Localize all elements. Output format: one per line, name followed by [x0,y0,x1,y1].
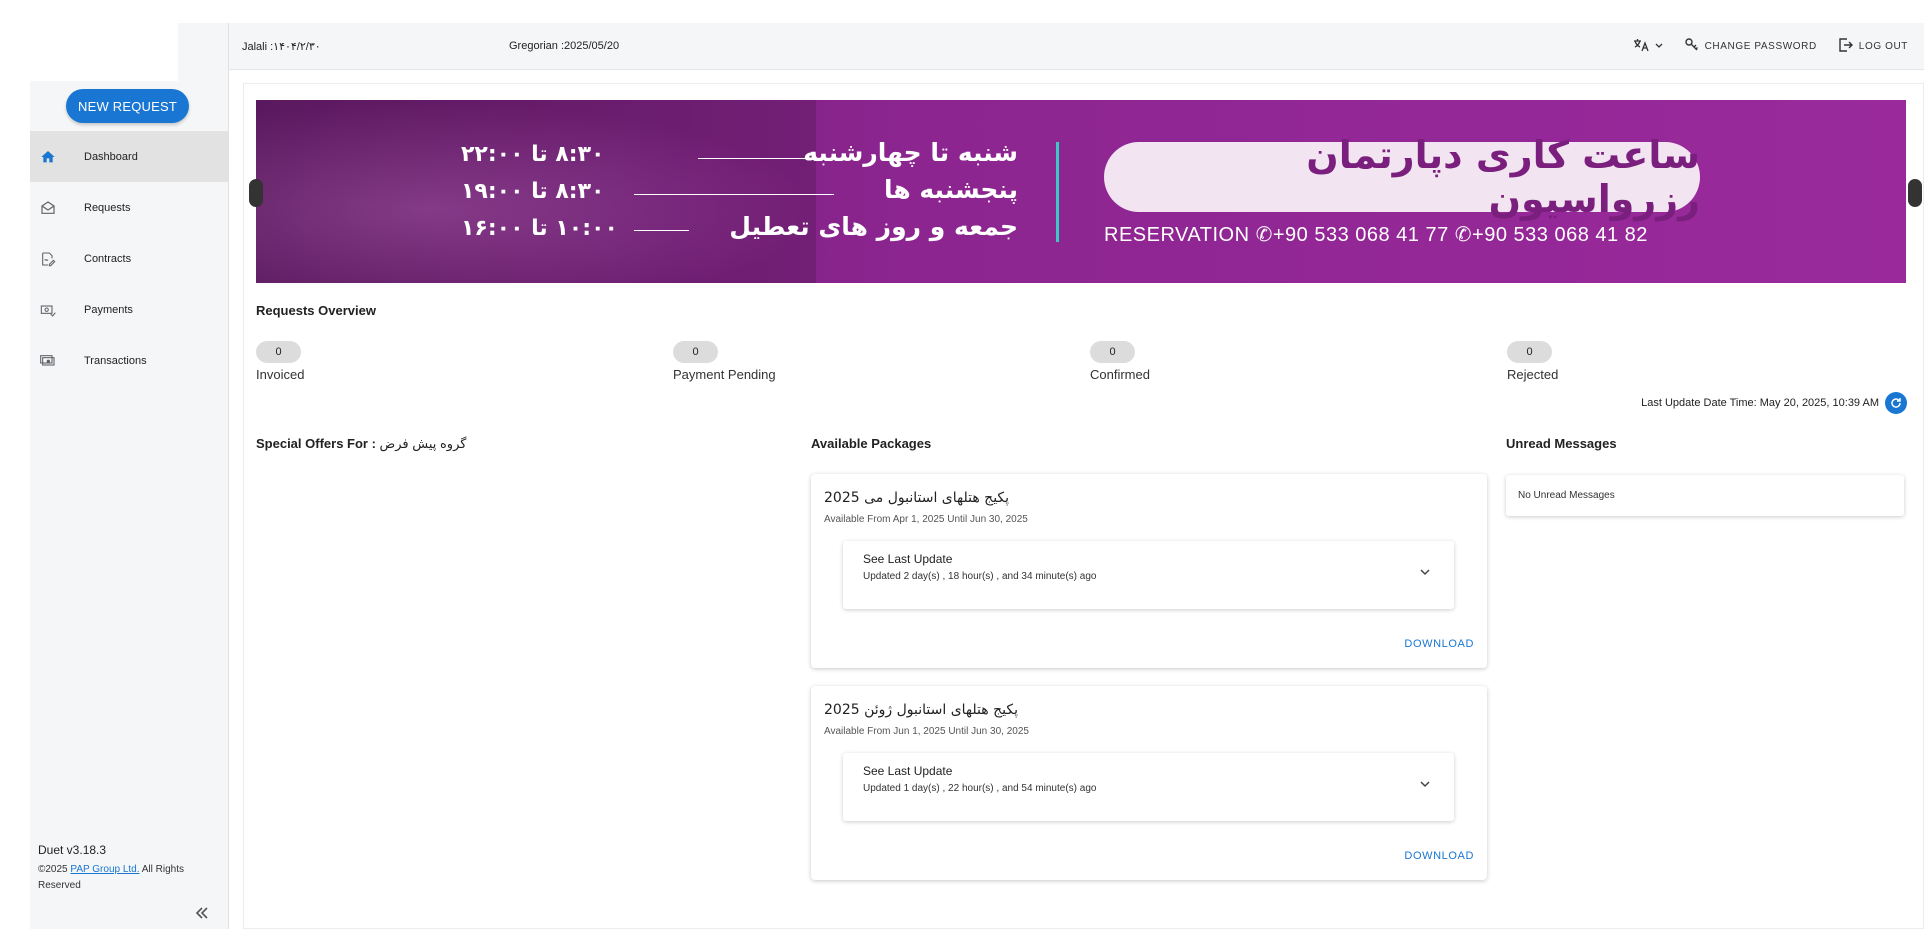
unread-messages-title: Unread Messages [1506,436,1617,451]
banner-contact: RESERVATION ✆+90 533 068 41 77 ✆+90 533 … [1104,224,1648,246]
sidebar-item-label: Dashboard [84,150,138,163]
sidebar-footer: Duet v3.18.3 ©2025 PAP Group Ltd. All Ri… [38,843,218,894]
banner-line-label: جمعه و روز های تعطیل [729,212,1018,241]
package-title: پکیج هتلهای استانبول می 2025 [824,490,1010,506]
stat-payment-pending[interactable]: 0 Payment Pending [673,341,776,382]
chevron-down-icon [1420,565,1430,579]
change-password-label: CHANGE PASSWORD [1704,41,1817,52]
stat-label: Payment Pending [673,367,776,382]
accordion-subtitle: Updated 2 day(s) , 18 hour(s) , and 34 m… [863,571,1097,582]
new-request-button[interactable]: NEW REQUEST [66,89,189,123]
key-icon [1684,38,1699,55]
banner-rule [634,194,834,195]
stat-count: 0 [1507,341,1552,363]
logo-area [30,23,178,81]
gregorian-date: Gregorian :2025/05/20 [509,40,620,52]
language-button[interactable] [1633,38,1663,55]
collapse-sidebar-icon[interactable] [195,903,209,924]
banner-title: ساعت کاری دپارتمان رزرواسیون [1104,133,1700,221]
chevron-down-icon [1655,41,1663,52]
package-availability: Available From Apr 1, 2025 Until Jun 30,… [824,514,1028,525]
stat-count: 0 [673,341,718,363]
logout-icon [1839,38,1853,55]
banner-line-time: ۸:۳۰ تا ۲۲:۰۰ [461,142,605,167]
carousel-prev-button[interactable] [249,179,263,207]
last-update-accordion[interactable]: See Last Update Updated 2 day(s) , 18 ho… [843,541,1454,609]
home-icon [38,147,58,167]
package-title: پکیج هتلهای استانبول ژوئن 2025 [824,702,1018,718]
app-frame: NEW REQUEST Dashboard Requests Contracts [30,23,1924,929]
chevron-down-icon [1420,777,1430,791]
banner-rule [698,158,833,159]
stat-confirmed[interactable]: 0 Confirmed [1090,341,1150,382]
last-update-text: Last Update Date Time: May 20, 2025, 10:… [1641,397,1879,409]
stat-label: Invoiced [256,367,305,382]
banner-line-time: ۱۰:۰۰ تا ۱۶:۰۰ [461,216,618,241]
accordion-title: See Last Update [863,764,953,778]
banner-line-label: شنبه تا چهارشنبه [803,138,1018,167]
sidebar-item-requests[interactable]: Requests [30,182,229,233]
stat-label: Confirmed [1090,367,1150,382]
sidebar-item-label: Transactions [84,354,147,367]
special-offers-label: Special Offers For : [256,436,380,451]
accordion-subtitle: Updated 1 day(s) , 22 hour(s) , and 54 m… [863,783,1097,794]
log-out-label: LOG OUT [1858,41,1908,52]
package-card: پکیج هتلهای استانبول می 2025 Available F… [811,474,1487,668]
sidebar-item-dashboard[interactable]: Dashboard [30,131,229,182]
unread-messages-card: No Unread Messages [1506,475,1904,516]
envelope-icon [38,198,58,218]
copyright: ©2025 PAP Group Ltd. All Rights Reserved [38,862,218,894]
download-button[interactable]: DOWNLOAD [1404,638,1474,650]
working-hours-banner[interactable]: ساعت کاری دپارتمان رزرواسیون RESERVATION… [256,100,1906,283]
cash-icon [38,351,58,371]
log-out-button[interactable]: LOG OUT [1839,38,1908,55]
sidebar-item-transactions[interactable]: Transactions [30,335,229,386]
change-password-button[interactable]: CHANGE PASSWORD [1684,38,1817,55]
sidebar-item-label: Requests [84,201,131,214]
app-version: Duet v3.18.3 [38,843,107,857]
sidebar-nav: Dashboard Requests Contracts Payments Tr… [30,131,229,386]
stat-rejected[interactable]: 0 Rejected [1507,341,1558,382]
stat-invoiced[interactable]: 0 Invoiced [256,341,304,382]
accordion-title: See Last Update [863,552,953,566]
stat-label: Rejected [1507,367,1559,382]
sidebar-item-payments[interactable]: Payments [30,284,229,335]
offers-group: گروه پیش فرض [379,436,467,451]
sidebar: NEW REQUEST Dashboard Requests Contracts [30,23,229,929]
jalali-date: Jalali :۱۴۰۴/۲/۳۰ [242,41,321,53]
requests-overview-title: Requests Overview [256,303,376,318]
refresh-icon[interactable] [1885,392,1907,414]
payment-icon [38,300,58,320]
stat-count: 0 [1090,341,1135,363]
company-link[interactable]: PAP Group Ltd. [70,864,139,875]
special-offers-title: Special Offers For : گروه پیش فرض [256,436,466,452]
sidebar-item-label: Contracts [84,252,132,265]
last-update: Last Update Date Time: May 20, 2025, 10:… [1641,392,1907,414]
carousel-next-button[interactable] [1908,179,1922,207]
main-content: ساعت کاری دپارتمان رزرواسیون RESERVATION… [243,83,1924,929]
copyright-prefix: ©2025 [38,864,71,875]
stat-count: 0 [256,341,301,363]
sidebar-item-contracts[interactable]: Contracts [30,233,229,284]
sidebar-item-label: Payments [84,303,133,316]
header-actions: CHANGE PASSWORD LOG OUT [1633,38,1908,55]
package-availability: Available From Jun 1, 2025 Until Jun 30,… [824,726,1029,737]
top-header: Jalali :۱۴۰۴/۲/۳۰ Gregorian :2025/05/20 … [229,23,1924,70]
last-update-accordion[interactable]: See Last Update Updated 1 day(s) , 22 ho… [843,753,1454,821]
package-card: پکیج هتلهای استانبول ژوئن 2025 Available… [811,686,1487,880]
banner-rule [634,230,689,231]
no-messages-text: No Unread Messages [1518,490,1615,501]
download-button[interactable]: DOWNLOAD [1404,850,1474,862]
banner-line-time: ۸:۳۰ تا ۱۹:۰۰ [461,179,605,204]
available-packages-title: Available Packages [811,436,932,451]
contract-icon [38,249,58,269]
translate-icon [1633,38,1649,55]
banner-divider [1056,142,1059,242]
banner-line-label: پنجشنبه ها [883,175,1018,204]
